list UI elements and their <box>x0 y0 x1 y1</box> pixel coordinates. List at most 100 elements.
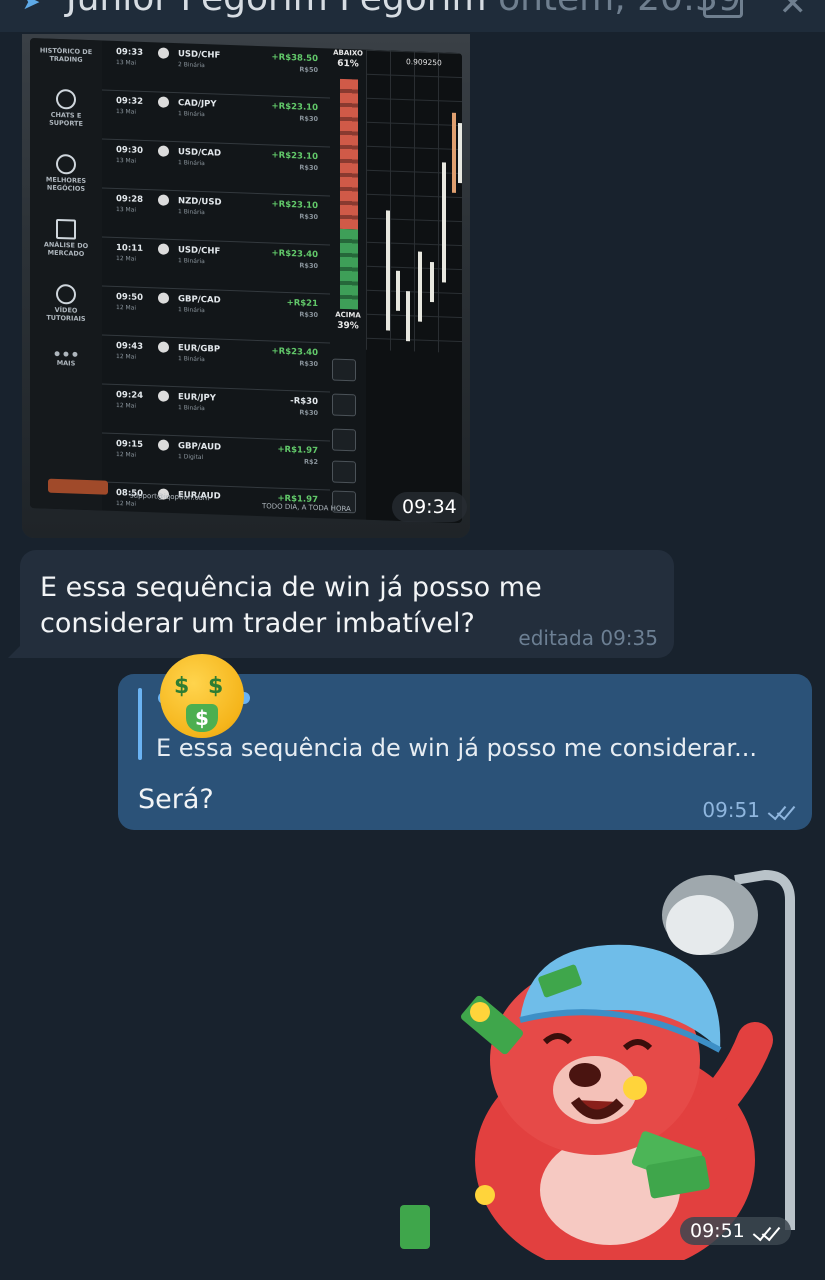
asset-icon <box>158 390 169 402</box>
play-icon <box>56 283 76 305</box>
trade-time: 09:24 <box>116 390 144 401</box>
close-icon[interactable]: ✕ <box>779 0 808 24</box>
asset-icon <box>158 243 169 255</box>
current-price: 0.909250 <box>406 57 442 68</box>
menu-item-analysis: ANÁLISE DO MERCADO <box>34 218 98 258</box>
trade-amount: R$30 <box>299 212 318 222</box>
trade-amount: R$30 <box>299 114 318 124</box>
reply-quote-bar <box>138 688 142 760</box>
candle <box>396 270 400 311</box>
trade-type: 1 Binária <box>178 208 205 217</box>
read-checkmarks-icon <box>766 801 796 819</box>
trade-type: 2 Binária <box>178 61 205 70</box>
trade-time: 09:15 <box>116 439 144 450</box>
trade-amount: R$30 <box>299 163 318 173</box>
candle <box>418 251 422 322</box>
analysis-icon <box>56 218 76 240</box>
coin <box>470 1002 490 1022</box>
banknote <box>400 1205 430 1249</box>
trade-date: 12 Mai <box>116 500 137 508</box>
trade-type: 1 Binária <box>178 110 205 119</box>
trade-profit: +R$23.10 <box>271 101 318 114</box>
fullscreen-icon[interactable] <box>703 0 743 18</box>
trade-pair: USD/CHF <box>178 245 221 257</box>
reply-quote-text[interactable]: E essa sequência de win já posso me cons… <box>156 734 757 762</box>
trade-type: 1 Binária <box>178 306 205 315</box>
trade-amount: R$2 <box>303 457 318 467</box>
footer-button <box>48 478 108 495</box>
outgoing-message-meta: 09:51 <box>702 798 796 822</box>
menu-item-chats: CHATS E SUPORTE <box>34 88 98 128</box>
gauge-bottom-value: 39% <box>337 320 359 332</box>
chat-icon <box>56 88 76 110</box>
tool-button-zoom <box>332 460 356 484</box>
trade-profit: +R$38.50 <box>271 52 318 65</box>
candle <box>386 210 390 331</box>
sticker-timestamp: 09:51 <box>680 1217 791 1245</box>
trade-date: 12 Mai <box>116 402 137 410</box>
bear-mouth <box>570 1096 624 1120</box>
trade-profit: +R$1.97 <box>277 444 318 457</box>
trade-amount: R$50 <box>299 65 318 75</box>
chat-header: ➤ Junior Pegorim Pegorim ontem, 20:39 ✕ <box>0 0 825 32</box>
candle <box>430 261 434 303</box>
trade-date: 13 Mai <box>116 206 137 214</box>
read-checkmarks-icon <box>751 1222 781 1240</box>
trade-pair: NZD/USD <box>178 196 222 208</box>
photo-message[interactable]: HISTÓRICO DE TRADING CHATS E SUPORTE MEL… <box>22 34 470 538</box>
trade-type: 1 Digital <box>178 453 204 462</box>
outgoing-message-text: Será? <box>138 784 214 815</box>
trophy-icon <box>56 153 76 175</box>
trade-time: 09:32 <box>116 96 144 107</box>
gauge-top-label: ABAIXO <box>333 48 363 58</box>
photo-timestamp: 09:34 <box>392 492 467 522</box>
money-mouth-face-icon: $ $ $ <box>160 654 244 738</box>
coin <box>475 1185 495 1205</box>
trade-pair: USD/CAD <box>178 147 222 159</box>
trade-history-list: 09:33 13 Mai USD/CHF 2 Binária +R$38.50 R$50 0… <box>102 40 330 524</box>
coin <box>623 1076 647 1100</box>
trade-date: 12 Mai <box>116 451 137 459</box>
chart-grid <box>366 49 462 354</box>
sticker-time-text: 09:51 <box>690 1220 745 1242</box>
trade-pair: EUR/GBP <box>178 343 221 355</box>
tool-button-indicators <box>332 358 356 382</box>
trade-pair: EUR/JPY <box>178 392 216 404</box>
trade-date: 13 Mai <box>116 108 137 116</box>
trade-date: 12 Mai <box>116 304 137 312</box>
candle <box>452 112 456 193</box>
bear-shower-money-sticker[interactable] <box>380 860 800 1275</box>
trade-date: 12 Mai <box>116 353 137 361</box>
trade-profit: +R$23.40 <box>271 346 318 359</box>
trade-date: 13 Mai <box>116 59 137 67</box>
trade-amount: R$30 <box>299 261 318 271</box>
chat-title[interactable]: Junior Pegorim Pegorim ontem, 20:39 <box>66 0 741 19</box>
menu-item-history: HISTÓRICO DE TRADING <box>39 46 93 64</box>
trade-date: 13 Mai <box>116 157 137 165</box>
menu-item-video: VÍDEO TUTORIAIS <box>34 283 98 323</box>
menu-item-more: ••• MAIS <box>34 347 98 368</box>
trade-time: 09:50 <box>116 292 144 303</box>
trade-amount: R$30 <box>299 408 318 418</box>
back-arrow-icon[interactable]: ➤ <box>22 0 40 15</box>
trade-time: 09:33 <box>116 47 144 58</box>
gauge-top-value: 61% <box>337 58 359 70</box>
outgoing-message-time: 09:51 <box>702 798 760 822</box>
asset-icon <box>158 341 169 353</box>
tool-button-chart <box>332 393 356 417</box>
trade-type: 1 Binária <box>178 355 205 364</box>
side-menu: HISTÓRICO DE TRADING CHATS E SUPORTE MEL… <box>30 38 102 511</box>
price-chart: 0.909250 <box>366 49 462 524</box>
incoming-message[interactable]: E essa sequência de win já posso me cons… <box>20 550 674 658</box>
trade-date: 12 Mai <box>116 255 137 263</box>
trade-profit: +R$23.10 <box>271 150 318 163</box>
asset-icon <box>158 292 169 304</box>
trade-time: 10:11 <box>116 243 144 254</box>
trading-screenshot-photo: HISTÓRICO DE TRADING CHATS E SUPORTE MEL… <box>22 34 470 538</box>
asset-icon <box>158 439 169 451</box>
gauge-bottom-label: ACIMA <box>335 310 361 320</box>
trade-pair: USD/CHF <box>178 49 221 61</box>
trade-time: 09:43 <box>116 341 144 352</box>
trade-amount: R$30 <box>299 310 318 320</box>
trade-profit: +R$23.40 <box>271 248 318 261</box>
